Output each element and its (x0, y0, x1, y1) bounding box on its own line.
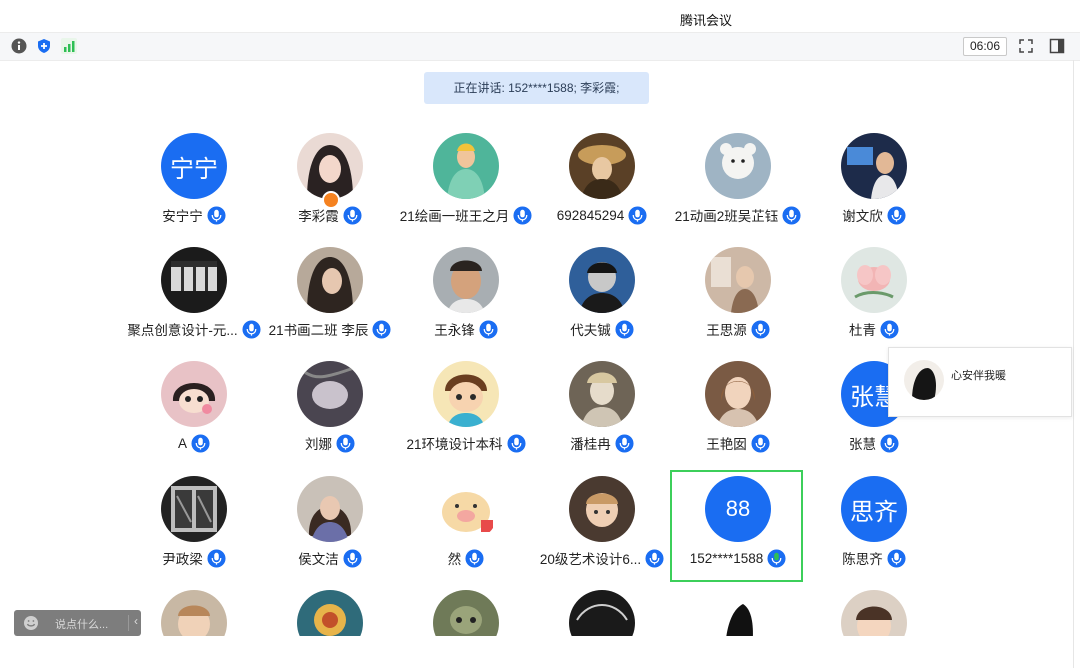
microphone-icon[interactable] (615, 319, 634, 339)
microphone-icon[interactable] (615, 433, 634, 453)
avatar: 思齐 (841, 476, 907, 542)
participant-name: 杜青 (849, 323, 876, 338)
avatar (433, 476, 499, 542)
selected-tile-highlight (670, 470, 803, 582)
avatar (705, 361, 771, 427)
avatar (161, 476, 227, 542)
microphone-icon[interactable] (479, 319, 498, 339)
participant-name: 21书画二班 李辰 (268, 323, 369, 338)
avatar (297, 476, 363, 542)
participant-name: 李彩霞 (298, 209, 339, 224)
avatar (569, 247, 635, 313)
microphone-icon[interactable] (628, 205, 647, 225)
popup-name: 心安伴我暖 (951, 370, 1006, 382)
microphone-icon[interactable] (880, 319, 899, 339)
participant-name: 21动画2班吴芷钰 (674, 209, 779, 224)
avatar (161, 361, 227, 427)
avatar (705, 133, 771, 199)
participant-name: A (177, 435, 187, 451)
avatar (297, 590, 363, 636)
avatar (569, 476, 635, 542)
avatar (161, 590, 227, 636)
avatar (433, 361, 499, 427)
participant-name: 然 (447, 552, 462, 567)
participant-tile[interactable] (670, 590, 806, 636)
microphone-icon[interactable] (207, 548, 226, 568)
participant-name: 王思源 (706, 323, 747, 338)
participant-tile[interactable] (806, 590, 942, 636)
participant-tile[interactable] (126, 590, 262, 636)
avatar (433, 590, 499, 636)
avatar (841, 590, 907, 636)
participant-name: 聚点创意设计-元... (127, 323, 238, 338)
emoji-icon[interactable] (23, 615, 39, 631)
avatar (433, 133, 499, 199)
participant-name: 21绘画一班王之月 (399, 209, 510, 224)
microphone-icon[interactable] (887, 548, 906, 568)
participant-name: 刘娜 (305, 437, 332, 452)
avatar (569, 133, 635, 199)
microphone-icon[interactable] (751, 319, 770, 339)
avatar (297, 361, 363, 427)
microphone-icon[interactable] (207, 205, 226, 225)
participant-tile[interactable] (398, 590, 534, 636)
participant-name: 安宁宁 (162, 209, 203, 224)
participant-name: 20级艺术设计6... (539, 552, 642, 567)
participant-name: 21环境设计本科 (406, 437, 503, 452)
participant-name: 692845294 (556, 207, 625, 223)
chat-divider (128, 615, 129, 631)
avatar (841, 247, 907, 313)
avatar (705, 247, 771, 313)
avatar (433, 247, 499, 313)
participant-name: 陈思齐 (842, 552, 883, 567)
microphone-icon[interactable] (880, 433, 899, 453)
microphone-icon[interactable] (751, 433, 770, 453)
avatar (569, 590, 635, 636)
avatar (841, 133, 907, 199)
avatar (297, 133, 363, 199)
chat-input-bar[interactable]: 说点什么... ‹ (14, 610, 141, 636)
participant-tile[interactable] (262, 590, 398, 636)
participant-name: 代夫铖 (570, 323, 611, 338)
collapse-arrow-icon[interactable]: ‹ (134, 614, 138, 628)
microphone-icon[interactable] (343, 205, 362, 225)
microphone-icon[interactable] (336, 433, 355, 453)
participant-tile[interactable]: 杜青 (806, 247, 942, 355)
participant-name: 谢文欣 (842, 209, 883, 224)
avatar: 宁宁 (161, 133, 227, 199)
participant-tile[interactable]: 思齐 陈思齐 (806, 476, 942, 584)
participant-grid: 宁宁 安宁宁 李彩霞 21绘画一班王之月 692845294 21动画2班吴芷钰… (0, 0, 1080, 636)
avatar (705, 590, 771, 636)
participant-name: 王永锋 (434, 323, 475, 338)
avatar (297, 247, 363, 313)
participant-popup[interactable]: 心安伴我暖 (888, 347, 1072, 417)
participant-tile[interactable] (534, 590, 670, 636)
participant-name: 尹政梁 (162, 552, 203, 567)
microphone-icon[interactable] (343, 548, 362, 568)
avatar (569, 361, 635, 427)
popup-avatar (904, 360, 944, 400)
participant-name: 张慧 (849, 437, 876, 452)
chat-placeholder[interactable]: 说点什么... (55, 616, 108, 632)
microphone-icon[interactable] (465, 548, 484, 568)
participant-tile[interactable]: 谢文欣 (806, 133, 942, 241)
participant-name: 侯文洁 (298, 552, 339, 567)
avatar (161, 247, 227, 313)
microphone-icon[interactable] (191, 433, 210, 453)
participant-name: 王艳囡 (706, 437, 747, 452)
participant-name: 潘桂冉 (570, 437, 611, 452)
microphone-icon[interactable] (887, 205, 906, 225)
